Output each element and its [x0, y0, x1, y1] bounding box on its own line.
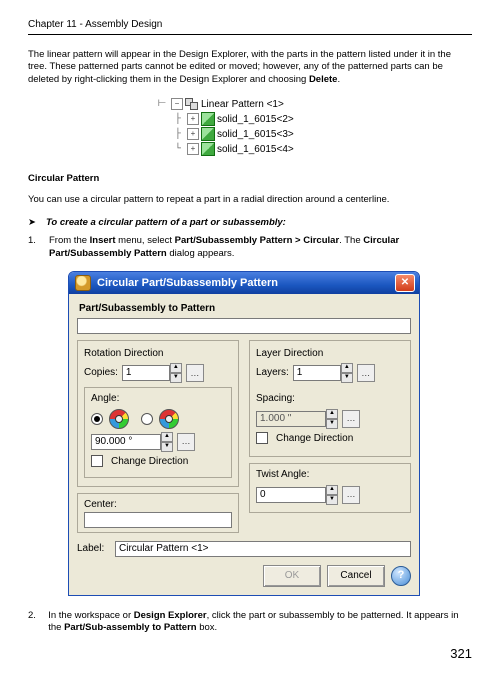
design-explorer-tree: ⊢ − Linear Pattern <1> ├ + solid_1_6015<… — [155, 97, 345, 157]
pattern-target-label: Part/Subassembly to Pattern — [79, 302, 411, 316]
chapter-header: Chapter 11 - Assembly Design — [28, 18, 472, 32]
spin-up-icon[interactable]: ▲ — [170, 363, 182, 373]
twist-angle-label: Twist Angle: — [256, 468, 404, 482]
layer-direction-group: Layer Direction Layers: 1 ▲▼ … Spacing: … — [249, 340, 411, 458]
help-button[interactable]: ? — [391, 566, 411, 586]
spin-up-icon[interactable]: ▲ — [326, 485, 338, 495]
angle-spinner[interactable]: 90.000 ° ▲▼ — [91, 432, 173, 452]
cancel-button[interactable]: Cancel — [327, 565, 385, 587]
intro-paragraph: The linear pattern will appear in the De… — [28, 49, 472, 87]
angle-input[interactable]: 90.000 ° — [91, 434, 161, 450]
spin-up-icon[interactable]: ▲ — [161, 432, 173, 442]
twist-angle-input[interactable]: 0 — [256, 487, 326, 503]
color-wheel-icon — [109, 409, 129, 429]
copies-spinner[interactable]: 1 ▲▼ — [122, 363, 182, 383]
twist-angle-group: Twist Angle: 0 ▲▼ … — [249, 463, 411, 513]
step-2: 2. In the workspace or Design Explorer, … — [28, 610, 472, 636]
center-label: Center: — [84, 498, 232, 512]
group-legend: Layer Direction — [256, 347, 404, 361]
tree-connector: ⊢ — [155, 97, 169, 112]
bullet-arrow-icon: ➤ — [28, 217, 36, 230]
spin-down-icon[interactable]: ▼ — [341, 373, 353, 383]
dialog-titlebar[interactable]: Circular Part/Subassembly Pattern ✕ — [69, 272, 419, 294]
center-group: Center: — [77, 493, 239, 533]
label-input[interactable]: Circular Pattern <1> — [115, 541, 411, 557]
angle-legend: Angle: — [91, 392, 225, 406]
task-title: To create a circular pattern of a part o… — [46, 217, 286, 230]
tree-child-row[interactable]: ├ + solid_1_6015<3> — [155, 127, 345, 142]
rotation-direction-group: Rotation Direction Copies: 1 ▲▼ … Angle: — [77, 340, 239, 488]
intro-text: The linear pattern will appear in the De… — [28, 49, 451, 86]
tree-root-label: Linear Pattern <1> — [201, 97, 284, 112]
angle-mode-radio-2[interactable] — [141, 413, 153, 425]
expand-icon[interactable]: + — [187, 113, 199, 125]
tree-child-label: solid_1_6015<3> — [217, 127, 294, 142]
linear-pattern-icon — [185, 98, 199, 110]
spacing-spinner[interactable]: 1.000 " ▲▼ — [256, 409, 338, 429]
spin-up-icon[interactable]: ▲ — [326, 409, 338, 419]
tree-connector: ├ — [171, 112, 185, 127]
change-direction-label: Change Direction — [111, 455, 188, 469]
more-button[interactable]: … — [342, 410, 360, 428]
page-number: 321 — [28, 645, 472, 663]
spin-down-icon[interactable]: ▼ — [326, 419, 338, 429]
spin-down-icon[interactable]: ▼ — [170, 373, 182, 383]
pattern-target-input[interactable] — [77, 318, 411, 334]
layers-spinner[interactable]: 1 ▲▼ — [293, 363, 353, 383]
close-button[interactable]: ✕ — [395, 274, 415, 292]
twist-angle-spinner[interactable]: 0 ▲▼ — [256, 485, 338, 505]
more-button[interactable]: … — [342, 486, 360, 504]
change-direction-label: Change Direction — [276, 432, 353, 446]
header-rule — [28, 34, 472, 35]
step-number: 2. — [28, 610, 38, 636]
copies-label: Copies: — [84, 366, 118, 380]
center-input[interactable] — [84, 512, 232, 528]
step-text: From the Insert menu, select Part/Subass… — [49, 235, 472, 261]
spin-down-icon[interactable]: ▼ — [161, 442, 173, 452]
tree-connector: └ — [171, 142, 185, 157]
change-direction-checkbox[interactable] — [91, 455, 103, 467]
group-legend: Rotation Direction — [84, 347, 232, 361]
layers-input[interactable]: 1 — [293, 365, 341, 381]
spin-up-icon[interactable]: ▲ — [341, 363, 353, 373]
tree-child-label: solid_1_6015<4> — [217, 142, 294, 157]
tree-child-row[interactable]: ├ + solid_1_6015<2> — [155, 112, 345, 127]
layers-label: Layers: — [256, 366, 289, 380]
section-intro: You can use a circular pattern to repeat… — [28, 194, 472, 207]
section-heading: Circular Pattern — [28, 173, 472, 186]
solid-part-icon — [201, 142, 215, 156]
label-field-label: Label: — [77, 542, 111, 556]
step-text: In the workspace or Design Explorer, cli… — [48, 610, 472, 636]
ok-button[interactable]: OK — [263, 565, 321, 587]
intro-delete-word: Delete — [309, 74, 338, 85]
expand-icon[interactable]: + — [187, 128, 199, 140]
step-number: 1. — [28, 235, 39, 261]
collapse-icon[interactable]: − — [171, 98, 183, 110]
spacing-input[interactable]: 1.000 " — [256, 411, 326, 427]
angle-mode-radio-1[interactable] — [91, 413, 103, 425]
tree-child-row[interactable]: └ + solid_1_6015<4> — [155, 142, 345, 157]
app-icon — [75, 275, 91, 291]
solid-part-icon — [201, 112, 215, 126]
more-button[interactable]: … — [357, 364, 375, 382]
step-1: 1. From the Insert menu, select Part/Sub… — [28, 235, 472, 261]
spacing-label: Spacing: — [256, 392, 404, 406]
more-button[interactable]: … — [177, 433, 195, 451]
more-button[interactable]: … — [186, 364, 204, 382]
tree-child-label: solid_1_6015<2> — [217, 112, 294, 127]
expand-icon[interactable]: + — [187, 143, 199, 155]
tree-connector: ├ — [171, 127, 185, 142]
dialog-title: Circular Part/Subassembly Pattern — [97, 276, 389, 291]
solid-part-icon — [201, 127, 215, 141]
copies-input[interactable]: 1 — [122, 365, 170, 381]
spin-down-icon[interactable]: ▼ — [326, 495, 338, 505]
intro-text-end: . — [337, 74, 340, 85]
tree-root-row[interactable]: ⊢ − Linear Pattern <1> — [155, 97, 345, 112]
change-direction-checkbox[interactable] — [256, 432, 268, 444]
angle-group: Angle: 90.000 ° ▲▼ — [84, 387, 232, 478]
circular-pattern-dialog: Circular Part/Subassembly Pattern ✕ Part… — [68, 271, 420, 596]
color-wheel-icon — [159, 409, 179, 429]
